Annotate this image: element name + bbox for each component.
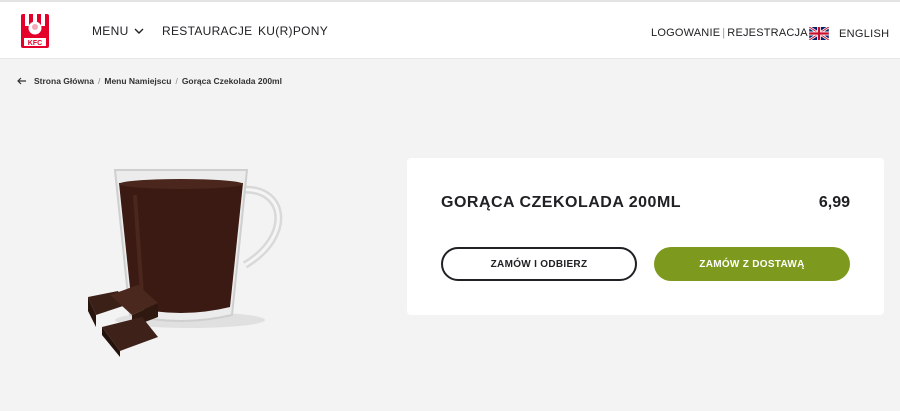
chevron-down-icon [134, 28, 144, 34]
breadcrumb-home[interactable]: Strona Główna [34, 76, 94, 86]
order-delivery-button[interactable]: ZAMÓW Z DOSTAWĄ [654, 247, 850, 281]
nav-menu-label: MENU [92, 24, 129, 38]
nav-menu[interactable]: MENU [92, 24, 144, 38]
product-title: GORĄCA CZEKOLADA 200ML [441, 194, 682, 211]
product-card: GORĄCA CZEKOLADA 200ML 6,99 ZAMÓW I ODBI… [407, 158, 884, 315]
hot-chocolate-image [88, 169, 283, 357]
site-header: KFC MENU RESTAURACJE KU(R)PONY LOGOWANIE… [0, 2, 900, 59]
nav-restaurants[interactable]: RESTAURACJE [162, 24, 252, 38]
svg-text:KFC: KFC [28, 40, 42, 47]
breadcrumb-separator: / [175, 76, 178, 86]
language-label: ENGLISH [839, 27, 890, 40]
auth-separator: | [722, 27, 726, 39]
breadcrumb: Strona Główna / Menu Namiejscu / Gorąca … [17, 76, 282, 86]
nav-coupons[interactable]: KU(R)PONY [258, 24, 328, 38]
language-switch[interactable]: ENGLISH [809, 27, 889, 40]
uk-flag-icon [809, 27, 829, 40]
kfc-logo-icon: KFC [21, 14, 49, 48]
login-link[interactable]: LOGOWANIE [651, 27, 720, 39]
breadcrumb-current: Gorąca Czekolada 200ml [181, 76, 282, 86]
product-price: 6,99 [818, 194, 850, 211]
auth-links: LOGOWANIE | REJESTRACJA [651, 27, 808, 39]
arrow-left-icon[interactable] [17, 77, 27, 85]
breadcrumb-separator: / [97, 76, 101, 86]
register-link[interactable]: REJESTRACJA [727, 27, 807, 39]
kfc-logo[interactable]: KFC [19, 14, 51, 48]
breadcrumb-menu[interactable]: Menu Namiejscu [104, 76, 171, 86]
product-image [80, 155, 300, 360]
order-pickup-button[interactable]: ZAMÓW I ODBIERZ [441, 247, 637, 281]
